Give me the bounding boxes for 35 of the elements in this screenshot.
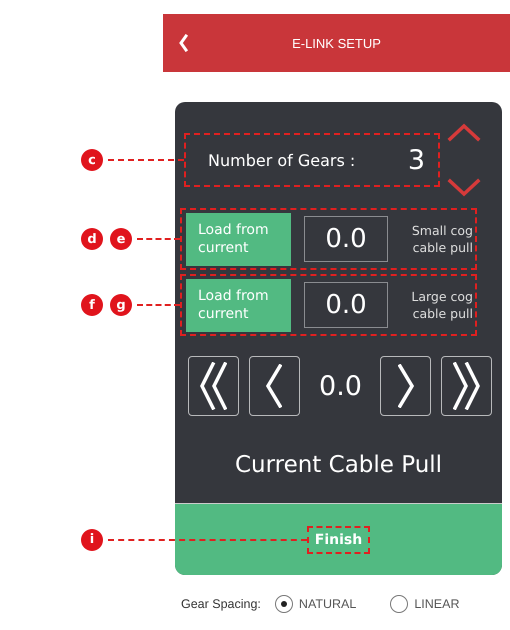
cable-pull-value: 0.0 bbox=[318, 370, 363, 402]
radio-button[interactable] bbox=[390, 595, 408, 613]
double-left-icon bbox=[200, 362, 227, 410]
finish-button[interactable]: Finish bbox=[175, 503, 502, 575]
double-right-icon bbox=[453, 362, 480, 410]
radio-label: NATURAL bbox=[298, 597, 356, 611]
annotation-marker: g bbox=[110, 294, 132, 316]
left-button[interactable] bbox=[248, 356, 300, 416]
cable-label: Large cog cable pull bbox=[410, 288, 473, 322]
leader-line bbox=[137, 304, 180, 306]
annotation-marker: i bbox=[81, 528, 103, 550]
radio-label: LINEAR bbox=[414, 597, 460, 611]
annotation-marker: c bbox=[81, 149, 103, 171]
annotation-box bbox=[306, 526, 370, 554]
screen-title: E-LINK SETUP bbox=[292, 36, 381, 50]
gears-value: 3 bbox=[408, 144, 425, 176]
gears-label: Number of Gears : bbox=[208, 150, 356, 170]
value-field[interactable]: 0.0 bbox=[304, 216, 388, 262]
right-icon bbox=[398, 364, 414, 408]
left-icon bbox=[266, 364, 282, 408]
spacing-label: Gear Spacing: bbox=[181, 597, 261, 611]
double-right-button[interactable] bbox=[441, 356, 492, 416]
right-button[interactable] bbox=[380, 356, 432, 416]
load-button[interactable]: Load from current bbox=[186, 278, 291, 332]
cable-pull-title: Current Cable Pull bbox=[234, 452, 444, 478]
leader-line bbox=[137, 238, 180, 240]
radio-button[interactable] bbox=[274, 595, 293, 613]
annotation-marker: d bbox=[81, 228, 103, 250]
back-icon[interactable] bbox=[178, 34, 188, 52]
double-left-button[interactable] bbox=[188, 356, 239, 416]
load-button[interactable]: Load from current bbox=[186, 212, 291, 266]
cable-label: Small cog cable pull bbox=[410, 222, 473, 256]
annotation-marker: f bbox=[81, 294, 103, 316]
value-field[interactable]: 0.0 bbox=[304, 282, 388, 328]
annotation-marker: e bbox=[110, 228, 132, 250]
